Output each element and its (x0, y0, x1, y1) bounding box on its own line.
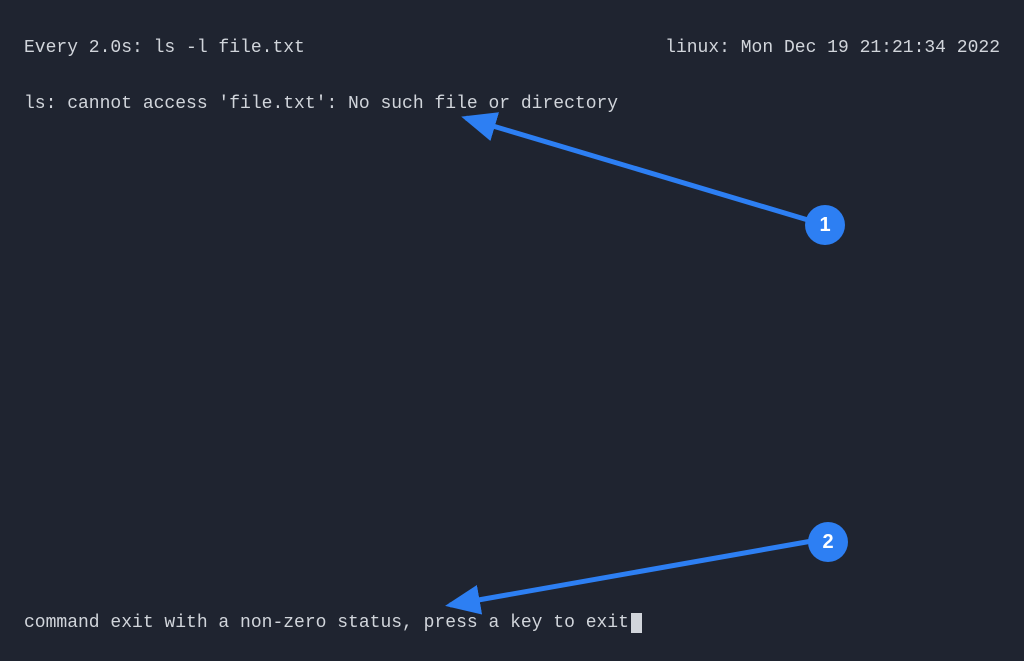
watch-host-timestamp: linux: Mon Dec 19 21:21:34 2022 (665, 38, 1000, 58)
command-output-error: ls: cannot access 'file.txt': No such fi… (24, 94, 618, 114)
watch-header: Every 2.0s: ls -l file.txt linux: Mon De… (24, 38, 1000, 58)
terminal-cursor (631, 613, 642, 633)
annotation-badge-2: 2 (808, 522, 848, 562)
watch-interval-command: Every 2.0s: ls -l file.txt (24, 38, 305, 58)
exit-prompt-text: command exit with a non-zero status, pre… (24, 613, 629, 633)
terminal-window: Every 2.0s: ls -l file.txt linux: Mon De… (0, 0, 1024, 661)
annotation-badge-1: 1 (805, 205, 845, 245)
watch-exit-prompt[interactable]: command exit with a non-zero status, pre… (24, 613, 642, 633)
